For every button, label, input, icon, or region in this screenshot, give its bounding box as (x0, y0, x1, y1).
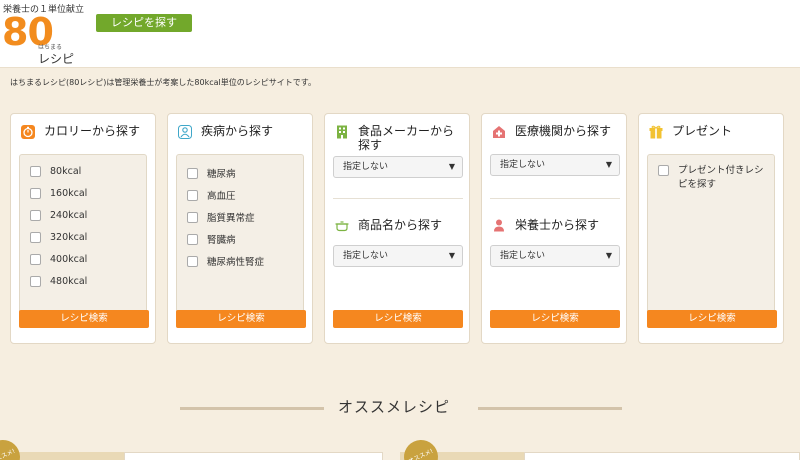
option-kidney-disease[interactable]: 腎臓病 (187, 232, 236, 246)
option-label: 400kcal (50, 254, 88, 265)
option-label: 320kcal (50, 232, 88, 243)
pot-icon (335, 221, 349, 232)
checkbox[interactable] (30, 232, 41, 243)
divider (490, 198, 620, 199)
present-options: プレゼント付きレシピを探す (647, 154, 775, 314)
disease-search-card: 疾病から探す 糖尿病 高血圧 脂質異常症 腎臓病 糖尿病性腎症 レシピ検索 (167, 113, 313, 344)
site-description: はちまるレシピ(80レシピ)は管理栄養士が考案した80kcal単位のレシピサイト… (10, 78, 316, 87)
calorie-search-card: カロリーから探す 80kcal 160kcal 240kcal 320kcal … (10, 113, 156, 344)
dropdown-arrow-icon: ▼ (448, 251, 455, 260)
select-value: 指定しない (343, 162, 389, 172)
option-240kcal[interactable]: 240kcal (30, 210, 87, 221)
recipe-search-button[interactable]: レシピ検索 (333, 310, 463, 328)
option-480kcal[interactable]: 480kcal (30, 276, 87, 287)
recipe-search-button[interactable]: レシピ検索 (176, 310, 306, 328)
option-320kcal[interactable]: 320kcal (30, 232, 87, 243)
option-400kcal[interactable]: 400kcal (30, 254, 87, 265)
section-divider-left (180, 407, 324, 410)
find-recipe-button[interactable]: レシピを探す (96, 14, 192, 32)
building-icon (337, 125, 347, 139)
checkbox[interactable] (187, 189, 198, 201)
option-label: 480kcal (50, 276, 88, 287)
card-title: 疾病から探す (201, 124, 274, 138)
checkbox[interactable] (187, 255, 198, 267)
option-label: 高血圧 (207, 191, 236, 202)
dropdown-arrow-icon: ▼ (605, 160, 612, 169)
option-label: 240kcal (50, 210, 88, 221)
option-80kcal[interactable]: 80kcal (30, 166, 81, 177)
option-label: 糖尿病性腎症 (207, 257, 265, 268)
person-icon (178, 125, 192, 139)
option-label: 80kcal (50, 166, 82, 177)
present-search-card: プレゼント プレゼント付きレシピを探す レシピ検索 (638, 113, 784, 344)
option-label: 脂質異常症 (207, 213, 255, 224)
food-maker-select[interactable]: 指定しない ▼ (333, 156, 463, 178)
option-diabetic-nephropathy[interactable]: 糖尿病性腎症 (187, 254, 264, 268)
card-title: 食品メーカーから探す (358, 124, 455, 152)
calorie-icon (21, 125, 35, 139)
recommended-title: オススメレシピ (338, 398, 451, 416)
section-divider-right (478, 407, 622, 410)
recipe-search-button[interactable]: レシピ検索 (490, 310, 620, 328)
option-label: 160kcal (50, 188, 88, 199)
checkbox[interactable] (658, 165, 669, 176)
checkbox[interactable] (187, 233, 198, 245)
dietitian-icon (494, 219, 504, 232)
checkbox[interactable] (187, 211, 198, 223)
recommended-badge: オススメ! (398, 434, 444, 460)
recipe-search-button[interactable]: レシピ検索 (647, 310, 777, 328)
site-header: 栄養士の１単位献立 80 はちまる レシピ レシピを探す (0, 0, 800, 68)
medical-search-card: 医療機関から探す 指定しない ▼ 栄養士から探す 指定しない ▼ レシピ検索 (481, 113, 627, 344)
option-present-recipe[interactable]: プレゼント付きレシピを探す (658, 164, 770, 192)
card-header: 食品メーカーから探す (335, 124, 463, 152)
card-header: 医療機関から探す (492, 124, 620, 139)
recipe-card[interactable] (124, 452, 383, 460)
dropdown-arrow-icon: ▼ (605, 251, 612, 260)
medical-institution-select[interactable]: 指定しない ▼ (490, 154, 620, 176)
calorie-options: 80kcal 160kcal 240kcal 320kcal 400kcal 4… (19, 154, 147, 314)
checkbox[interactable] (30, 188, 41, 199)
card-title: プレゼント (672, 124, 733, 138)
recipe-search-button[interactable]: レシピ検索 (19, 310, 149, 328)
sub-title: 栄養士から探す (515, 217, 600, 232)
sub-title: 商品名から探す (358, 217, 443, 232)
option-hypertension[interactable]: 高血圧 (187, 188, 236, 202)
checkbox[interactable] (30, 276, 41, 287)
option-dyslipidemia[interactable]: 脂質異常症 (187, 210, 255, 224)
option-label: プレゼント付きレシピを探す (678, 165, 764, 190)
card-title: 医療機関から探す (515, 124, 612, 138)
checkbox[interactable] (30, 254, 41, 265)
select-value: 指定しない (500, 160, 546, 170)
dietitian-search-header: 栄養士から探す (492, 217, 599, 232)
recipe-card[interactable] (524, 452, 800, 460)
disease-options: 糖尿病 高血圧 脂質異常症 腎臓病 糖尿病性腎症 (176, 154, 304, 314)
option-label: 糖尿病 (207, 169, 236, 180)
option-160kcal[interactable]: 160kcal (30, 188, 87, 199)
checkbox[interactable] (30, 210, 41, 221)
gift-icon (649, 125, 663, 139)
food-maker-search-card: 食品メーカーから探す 指定しない ▼ 商品名から探す 指定しない ▼ レシピ検索 (324, 113, 470, 344)
site-logo[interactable]: 栄養士の１単位献立 80 はちまる レシピ (0, 0, 84, 66)
dietitian-select[interactable]: 指定しない ▼ (490, 245, 620, 267)
logo-recipe: レシピ (38, 52, 75, 66)
select-value: 指定しない (343, 251, 389, 261)
select-value: 指定しない (500, 251, 546, 261)
card-title: カロリーから探す (44, 124, 141, 138)
product-select[interactable]: 指定しない ▼ (333, 245, 463, 267)
card-header: カロリーから探す (21, 124, 149, 139)
checkbox[interactable] (30, 166, 41, 177)
product-search-header: 商品名から探す (335, 217, 442, 232)
hospital-icon (493, 126, 505, 138)
checkbox[interactable] (187, 167, 198, 179)
card-header: 疾病から探す (178, 124, 306, 139)
card-header: プレゼント (649, 124, 777, 139)
option-diabetes[interactable]: 糖尿病 (187, 166, 236, 180)
option-label: 腎臓病 (207, 235, 236, 246)
dropdown-arrow-icon: ▼ (448, 162, 455, 171)
divider (333, 198, 463, 199)
